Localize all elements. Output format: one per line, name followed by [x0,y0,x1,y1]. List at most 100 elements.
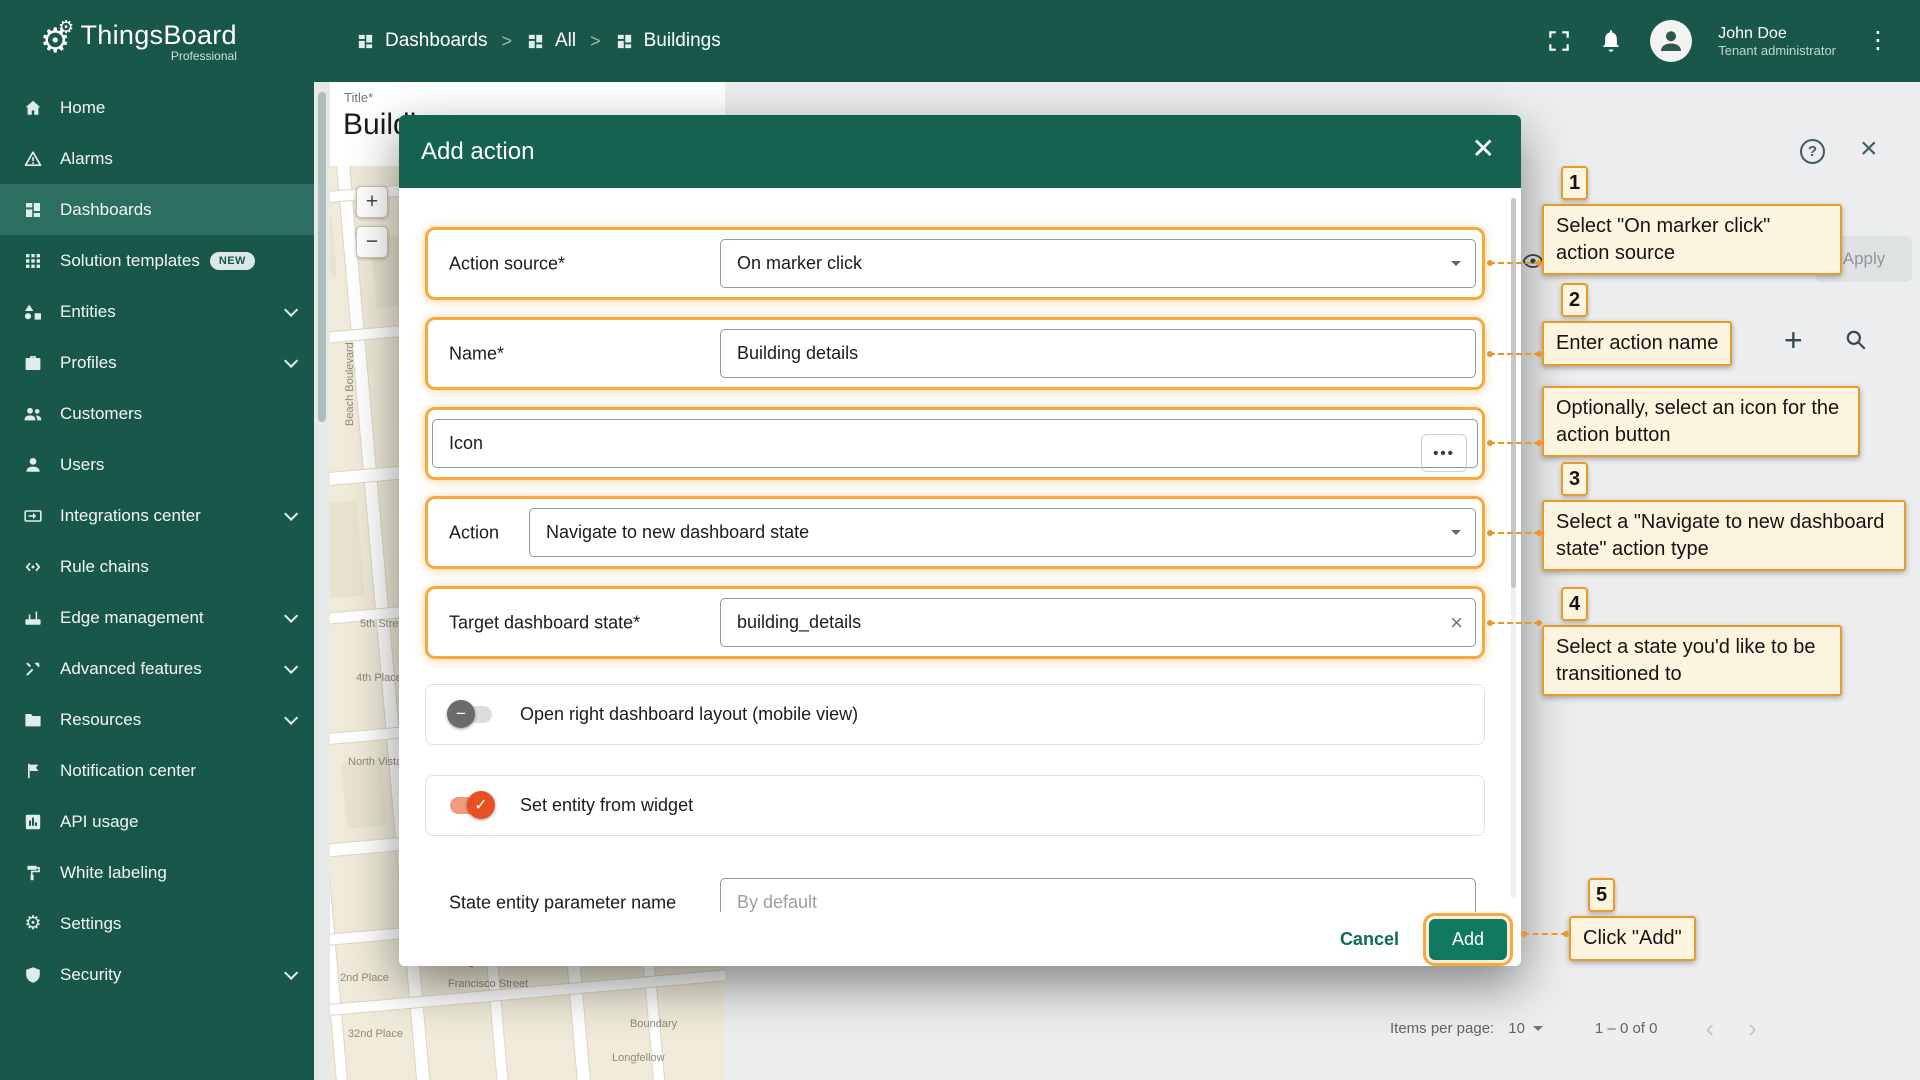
help-icon[interactable]: ? [1800,139,1825,164]
map-zoom-in-button[interactable]: + [356,186,388,218]
sidebar-item-white-labeling[interactable]: White labeling [0,847,314,898]
dialog-body: Action source* On marker click Name* Bui… [399,188,1521,912]
callout-step-number: 4 [1561,587,1588,621]
alarm-icon [22,148,44,170]
sidebar-item-resources[interactable]: Resources [0,694,314,745]
sidebar-item-settings[interactable]: ⚙Settings [0,898,314,949]
action-select[interactable]: Navigate to new dashboard state [529,508,1476,557]
sidebar-item-label: Security [60,965,121,985]
map-street-label: Longfellow [612,1052,665,1064]
breadcrumb-dashboards[interactable]: Dashboards [356,30,487,52]
sidebar-item-customers[interactable]: Customers [0,388,314,439]
avatar[interactable] [1650,20,1692,62]
customers-icon [22,403,44,425]
sidebar-item-entities[interactable]: Entities [0,286,314,337]
sidebar-item-integrations-center[interactable]: Integrations center [0,490,314,541]
sidebar-item-dashboards[interactable]: Dashboards [0,184,314,235]
sidebar-item-label: Edge management [60,608,204,628]
sidebar-item-solution-templates[interactable]: Solution templatesNEW [0,235,314,286]
action-source-select[interactable]: On marker click [720,239,1476,288]
icon-picker-button[interactable]: ••• [1421,434,1467,472]
sidebar-item-label: Alarms [60,149,113,169]
brand-subtitle: Professional [171,49,237,63]
name-row-highlight: Name* Building details [425,317,1485,390]
state-param-label: State entity parameter name [449,892,676,912]
scrollbar-thumb[interactable] [1511,198,1516,588]
gears-logo-icon: ⚙⚙ [40,24,70,58]
sidebar-item-label: Users [60,455,104,475]
icon-field[interactable]: Icon ••• [432,419,1478,468]
api-usage-icon [22,811,44,833]
sidebar-item-edge-management[interactable]: Edge management [0,592,314,643]
toggle-knob-minus-icon: − [447,700,475,728]
chevron-down-icon [284,710,298,724]
next-page-icon[interactable]: › [1748,1015,1757,1041]
callout-step-number: 5 [1588,878,1615,912]
connector-line [1489,442,1540,444]
sidebar-item-notification-center[interactable]: Notification center [0,745,314,796]
sidebar-item-users[interactable]: Users [0,439,314,490]
dialog-footer: Cancel Add [399,912,1521,966]
state-param-input[interactable]: By default [720,878,1476,912]
sidebar-item-label: API usage [60,812,138,832]
profiles-icon [22,352,44,374]
kebab-menu-icon[interactable]: ⋮ [1862,29,1894,53]
callout-action-source: 1 Select "On marker click" action source [1542,204,1842,275]
thingsboard-logo[interactable]: ⚙⚙ ThingsBoard Professional [0,20,314,63]
breadcrumb-separator: > [501,31,512,52]
target-state-input[interactable]: building_details × [720,598,1476,647]
set-entity-toggle[interactable]: ✓ [450,797,492,814]
map-zoom-out-button[interactable]: − [356,226,388,258]
add-button[interactable]: Add [1429,919,1507,960]
target-state-row-highlight: Target dashboard state* building_details… [425,586,1485,659]
sidebar-item-label: Profiles [60,353,117,373]
person-icon [1656,26,1686,56]
items-per-page-label: Items per page: [1390,1020,1494,1037]
sidebar-item-alarms[interactable]: Alarms [0,133,314,184]
icon-row-highlight: Icon ••• [425,407,1485,480]
users-icon [22,454,44,476]
sidebar-item-api-usage[interactable]: API usage [0,796,314,847]
notification-icon [22,760,44,782]
sidebar-scrollbar[interactable] [314,82,330,1080]
sidebar-item-profiles[interactable]: Profiles [0,337,314,388]
page-size-select[interactable]: 10 [1508,1020,1543,1037]
breadcrumb-buildings[interactable]: Buildings [615,30,721,52]
search-icon[interactable] [1844,328,1868,352]
map-street-label: Francisco Street [448,978,528,990]
set-entity-label: Set entity from widget [520,795,693,816]
callout-icon: Optionally, select an icon for the actio… [1542,386,1860,457]
notifications-bell-icon[interactable] [1598,28,1624,54]
resources-icon [22,709,44,731]
sidebar-item-advanced-features[interactable]: Advanced features [0,643,314,694]
toggle-knob-check-icon: ✓ [467,791,495,819]
white-labeling-icon [22,862,44,884]
name-input[interactable]: Building details [720,329,1476,378]
sidebar-item-home[interactable]: Home [0,82,314,133]
entities-icon [22,301,44,323]
sidebar-item-label: Advanced features [60,659,202,679]
sidebar-item-rule-chains[interactable]: Rule chains [0,541,314,592]
mobile-layout-toggle[interactable]: − [450,706,492,723]
dialog-scrollbar[interactable] [1511,198,1516,898]
map-street-label: Beach Boulevard [344,342,356,426]
sidebar-item-security[interactable]: Security [0,949,314,1000]
dialog-close-icon[interactable]: ✕ [1472,135,1495,163]
add-plus-icon[interactable]: + [1784,322,1803,359]
map-street-label: 4th Place [356,672,402,684]
advanced-features-icon [22,658,44,680]
fullscreen-icon[interactable] [1546,28,1572,54]
map-street-label: Boundary [630,1018,677,1030]
scrollbar-thumb[interactable] [318,92,326,422]
callout-step-number: 1 [1561,166,1588,200]
chevron-down-icon [1451,530,1461,540]
security-icon [22,964,44,986]
clear-icon[interactable]: × [1450,610,1463,636]
breadcrumb-all[interactable]: All [526,30,576,52]
chevron-down-icon [1451,261,1461,271]
cancel-button[interactable]: Cancel [1340,929,1399,950]
chevron-down-icon [1533,1026,1543,1036]
previous-page-icon[interactable]: ‹ [1705,1015,1714,1041]
close-icon[interactable]: × [1860,132,1878,166]
chevron-down-icon [284,608,298,622]
